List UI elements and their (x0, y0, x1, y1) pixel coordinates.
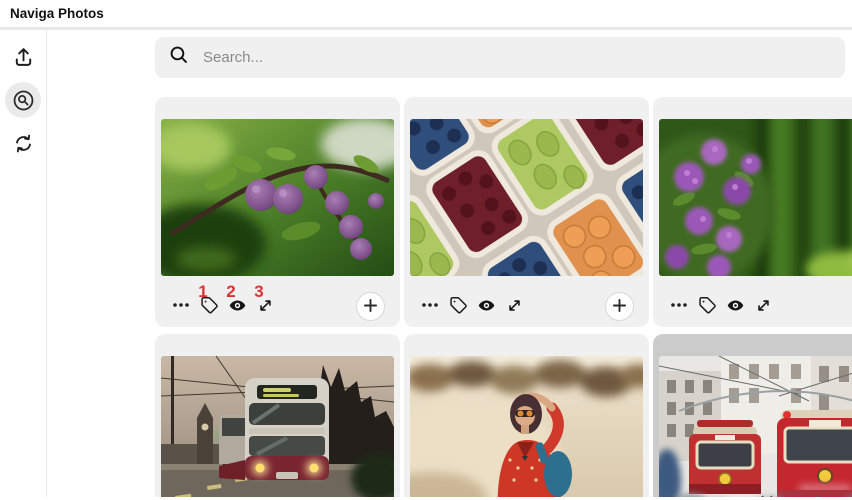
expand-button[interactable] (753, 296, 773, 318)
eye-icon (477, 296, 496, 318)
plus-icon (361, 296, 380, 318)
preview-button[interactable] (476, 296, 496, 318)
search-bar[interactable] (155, 37, 845, 78)
photo-thumbnail-lilacs[interactable] (659, 119, 852, 276)
photo-grid: 1 2 3 (155, 97, 852, 497)
tag-button[interactable] (697, 296, 717, 318)
photo-card (404, 334, 649, 497)
tag-icon (449, 296, 468, 318)
annotation-mark-3: 3 (251, 283, 267, 300)
photo-card (155, 334, 400, 497)
photo-card (404, 97, 649, 327)
photo-thumbnail-woman[interactable] (410, 356, 643, 497)
card-toolbar (659, 276, 852, 321)
photo-thumbnail-bus[interactable] (161, 356, 394, 497)
annotation-mark-2: 2 (223, 283, 239, 300)
add-button[interactable] (356, 292, 385, 321)
photo-card (653, 334, 852, 497)
expand-button[interactable] (504, 296, 524, 318)
photo-card: 1 2 3 (155, 97, 400, 327)
card-toolbar (410, 276, 643, 321)
ellipsis-icon (669, 295, 689, 318)
add-button[interactable] (605, 292, 634, 321)
expand-icon (505, 296, 524, 318)
ellipsis-icon (420, 295, 440, 318)
ellipsis-icon (171, 295, 191, 318)
preview-button[interactable] (725, 296, 745, 318)
app-title: Naviga Photos (10, 6, 104, 21)
sidebar-refresh-button[interactable] (5, 125, 41, 161)
app-header: Naviga Photos (0, 0, 852, 30)
tag-icon (698, 296, 717, 318)
upload-icon (12, 46, 35, 69)
photo-thumbnail-plums[interactable] (161, 119, 394, 276)
annotation-mark-1: 1 (195, 283, 211, 300)
tag-button[interactable] (448, 296, 468, 318)
sidebar-search-button[interactable] (5, 82, 41, 118)
eye-icon (726, 296, 745, 318)
more-options-button[interactable] (171, 296, 191, 318)
search-circle-icon (11, 88, 36, 113)
magnifier-icon (168, 44, 190, 71)
plus-icon (610, 296, 629, 318)
expand-icon (754, 296, 773, 318)
photo-card (653, 97, 852, 327)
more-options-button[interactable] (669, 296, 689, 318)
sidebar (0, 30, 47, 497)
search-input[interactable] (203, 49, 763, 66)
refresh-icon (12, 132, 35, 155)
photo-thumbnail-trams[interactable] (659, 356, 852, 497)
sidebar-upload-button[interactable] (5, 39, 41, 75)
more-options-button[interactable] (420, 296, 440, 318)
photo-thumbnail-fruit-crates[interactable] (410, 119, 643, 276)
photo-library-main: 1 2 3 (47, 30, 852, 497)
